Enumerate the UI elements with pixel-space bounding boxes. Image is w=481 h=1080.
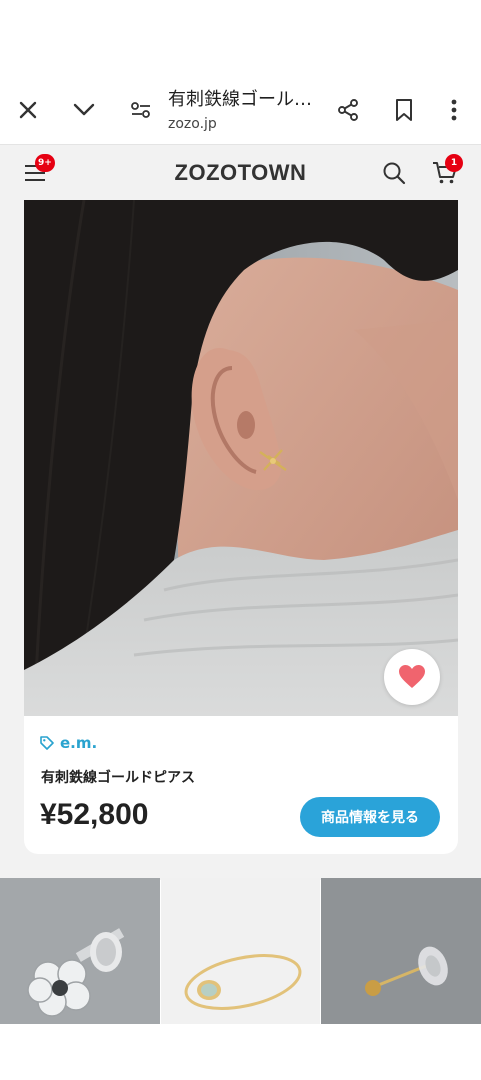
product-photo[interactable] [24,200,458,716]
main-content: e.m. 有刺鉄線ゴールドピアス ¥52,800 商品情報を見る [0,200,481,880]
heart-icon [399,665,425,688]
related-items-strip [0,878,481,1024]
close-icon[interactable] [6,88,50,132]
page-url: zozo.jp [168,116,217,132]
bookmark-icon[interactable] [382,88,426,132]
chevron-down-icon[interactable] [62,88,106,132]
brand-name: e.m. [60,734,98,752]
brand-link[interactable]: e.m. [40,734,97,752]
site-settings-icon[interactable] [119,88,163,132]
product-card: e.m. 有刺鉄線ゴールドピアス ¥52,800 商品情報を見る [24,200,458,854]
more-options-icon[interactable] [432,88,476,132]
share-icon[interactable] [326,88,370,132]
site-header: 9+ ZOZOTOWN 1 [0,144,481,200]
related-item-thumbnail[interactable] [0,878,160,1024]
browser-toolbar: 有刺鉄線ゴール… zozo.jp [0,0,481,144]
search-button[interactable] [374,153,414,193]
product-price: ¥52,800 [40,798,149,831]
search-icon [383,162,406,185]
cart-button[interactable]: 1 [425,153,465,193]
related-item-thumbnail[interactable] [321,878,481,1024]
page-title: 有刺鉄線ゴール… [168,89,312,110]
related-item-thumbnail[interactable] [160,878,321,1024]
tag-icon [40,736,54,750]
product-name: 有刺鉄線ゴールドピアス [41,770,195,786]
view-product-info-button[interactable]: 商品情報を見る [300,797,440,837]
cart-badge: 1 [445,154,463,172]
favorite-button[interactable] [384,649,440,705]
